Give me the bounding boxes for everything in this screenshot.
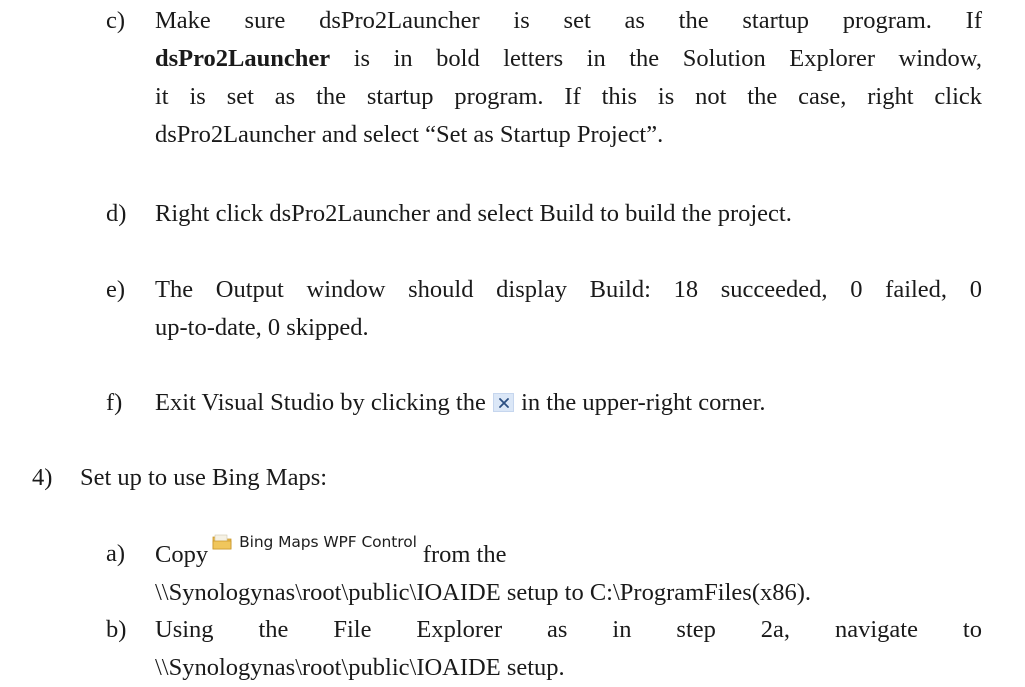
paragraph-text: Exit Visual Studio by clicking the	[155, 389, 486, 416]
paragraph-line: it is set as the startup program. If thi…	[155, 83, 982, 110]
paragraph-text: is in bold letters in the Solution Explo…	[330, 45, 982, 72]
bold-term: dsPro2Launcher	[155, 45, 331, 72]
paragraph-line: Copy Bing Maps WPF Control from the	[155, 533, 982, 574]
list-marker: a)	[106, 540, 126, 567]
paragraph-line: Make sure dsPro2Launcher is set as the s…	[155, 7, 982, 34]
paragraph-line: Right click dsPro2Launcher and select Bu…	[155, 200, 792, 227]
folder-chip: Bing Maps WPF Control	[212, 533, 417, 573]
paragraph-line: up-to-date, 0 skipped.	[155, 314, 369, 341]
list-marker: 4)	[32, 464, 53, 491]
paragraph-text: Copy	[155, 541, 209, 568]
paragraph-line: Exit Visual Studio by clicking the in th…	[155, 384, 982, 422]
paragraph-text: in the upper-right corner.	[521, 389, 766, 416]
paragraph-line: \\Synologynas\root\public\IOAIDE setup.	[155, 654, 565, 681]
paragraph-line: \\Synologynas\root\public\IOAIDE setup t…	[155, 579, 812, 606]
list-marker: b)	[106, 616, 127, 643]
paragraph-line: dsPro2Launcher and select “Set as Startu…	[155, 121, 664, 148]
paragraph-line: Set up to use Bing Maps:	[80, 464, 328, 491]
list-marker: e)	[106, 276, 126, 303]
close-icon	[492, 393, 514, 412]
paragraph-text: from the	[422, 541, 507, 568]
paragraph-line: The Output window should display Build: …	[155, 276, 982, 303]
folder-label: Bing Maps WPF Control	[239, 533, 417, 551]
list-marker: c)	[106, 7, 126, 34]
list-marker: d)	[106, 200, 127, 227]
paragraph-line: dsPro2Launcher is in bold letters in the…	[155, 40, 982, 78]
list-marker: f)	[106, 389, 123, 416]
paragraph-line: Using the File Explorer as in step 2a, n…	[155, 616, 982, 643]
folder-icon	[212, 534, 232, 550]
